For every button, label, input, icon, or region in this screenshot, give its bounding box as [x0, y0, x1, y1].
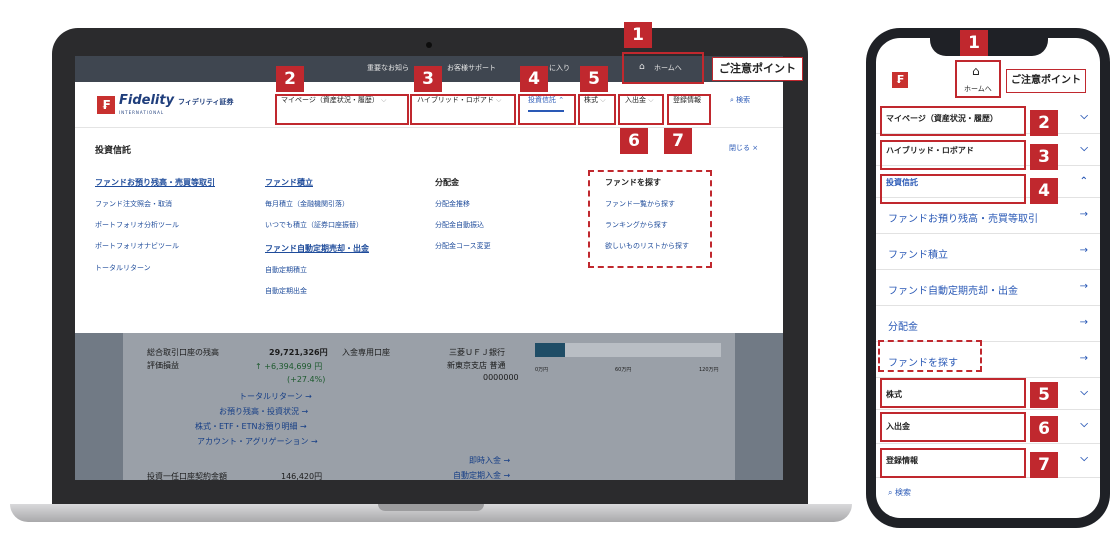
phone-highlight-box-find-funds: [878, 340, 982, 372]
discretionary-value: 146,420円: [281, 472, 323, 480]
holdings-link[interactable]: お預り残高・投資状況 →: [219, 406, 308, 417]
phone-sub-auto-sell[interactable]: ファンド自動定期売却・出金 →: [876, 270, 1100, 306]
scale-max: 120万円: [699, 367, 719, 373]
menu-link[interactable]: 分配金推移: [435, 199, 470, 209]
bank-branch: 新東京支店 普通: [447, 361, 506, 370]
pl-label: 評価損益: [147, 361, 179, 370]
phone-notch: [930, 28, 1048, 56]
menu-link[interactable]: 分配金自動振込: [435, 220, 484, 230]
phone-marker-3: 3: [1030, 144, 1058, 170]
marker-5: 5: [580, 66, 608, 92]
phone-marker-7: 7: [1030, 452, 1058, 478]
distribution-heading: 分配金: [435, 178, 459, 187]
menu-link[interactable]: 毎月積立（金融機関引落）: [265, 199, 349, 209]
stock-holdings-link[interactable]: 株式・ETF・ETNお預り明細 →: [195, 421, 307, 432]
search-icon: ⌕: [888, 488, 893, 497]
fund-accumulation-link[interactable]: ファンド積立: [265, 177, 313, 188]
phone-marker-5: 5: [1030, 382, 1058, 408]
deposit-account-label: 入金専用口座: [342, 348, 390, 357]
phone-marker-4: 4: [1030, 178, 1058, 204]
instant-deposit-link[interactable]: 即時入金 →: [469, 455, 510, 466]
phone-marker-6: 6: [1030, 416, 1058, 442]
phone-highlight-box-5: [880, 378, 1026, 408]
account-summary-panel: 総合取引口座の残高 評価損益 29,721,326円 ↑ +6,394,699 …: [123, 333, 735, 480]
highlight-box-6: [618, 94, 664, 125]
laptop-camera: [426, 42, 432, 48]
menu-link[interactable]: ファンド注文照会・取消: [95, 199, 172, 209]
highlight-box-5: [578, 94, 616, 125]
pl-percent: (+27.4%): [287, 375, 326, 384]
menu-link[interactable]: ポートフォリオナビツール: [95, 241, 179, 251]
phone-marker-1: 1: [960, 30, 988, 56]
aggregation-link[interactable]: アカウント・アグリゲーション →: [197, 436, 318, 447]
support-link[interactable]: お客様サポート: [447, 63, 496, 73]
balance-value: 29,721,326円: [269, 348, 328, 357]
scale-min: 0万円: [535, 367, 549, 373]
phone-highlight-box-6: [880, 412, 1026, 442]
marker-7: 7: [664, 128, 692, 154]
highlight-box-4: [518, 94, 576, 125]
fidelity-logo-icon: ₣: [97, 96, 115, 114]
menu-link[interactable]: 分配金コース変更: [435, 241, 491, 251]
bank-account-number: 0000000: [483, 373, 519, 382]
phone-search-button[interactable]: ⌕ 検索: [888, 487, 911, 498]
highlight-box-7: [667, 94, 711, 125]
brand-name-jp: フィデリティ証券: [178, 98, 234, 106]
brand-sub: INTERNATIONAL: [119, 110, 165, 115]
balance-label: 総合取引口座の残高: [147, 348, 219, 357]
marker-4: 4: [520, 66, 548, 92]
caution-callout: ご注意ポイント: [712, 57, 803, 81]
phone-highlight-box-3: [880, 140, 1026, 170]
auto-deposit-link[interactable]: 自動定期入金 →: [453, 470, 510, 480]
highlight-box-find-funds: [588, 170, 712, 268]
phone-logo-icon: ₣: [892, 72, 908, 88]
phone-sub-accumulation[interactable]: ファンド積立 →: [876, 234, 1100, 270]
phone-highlight-box-4: [880, 174, 1026, 204]
phone-highlight-box-7: [880, 448, 1026, 478]
marker-6: 6: [620, 128, 648, 154]
favorites-link[interactable]: に入り: [549, 63, 570, 73]
search-button[interactable]: ⌕ 検索: [730, 95, 750, 105]
highlight-box-2: [275, 94, 409, 125]
phone-highlight-box-2: [880, 106, 1026, 136]
menu-link[interactable]: 自動定期積立: [265, 265, 307, 275]
auto-sell-link[interactable]: ファンド自動定期売却・出金: [265, 243, 369, 254]
phone-caution-callout: ご注意ポイント: [1006, 69, 1086, 93]
phone-sub-distribution[interactable]: 分配金 →: [876, 306, 1100, 342]
total-return-link[interactable]: トータルリターン →: [239, 391, 312, 402]
mega-menu-close[interactable]: 閉じる ×: [729, 143, 758, 153]
important-notice-link[interactable]: 重要なお知ら: [367, 63, 409, 73]
brand-name: Fidelity: [119, 93, 175, 108]
phone-highlight-box-1: [955, 60, 1001, 98]
discretionary-label: 投資一任口座契約金額: [147, 472, 227, 480]
marker-2: 2: [276, 66, 304, 92]
scale-mid: 60万円: [615, 367, 632, 373]
marker-1: 1: [624, 22, 652, 48]
menu-link[interactable]: いつでも積立（証券口座振替）: [265, 220, 363, 230]
highlight-box-3: [410, 94, 516, 125]
menu-link[interactable]: 自動定期出金: [265, 286, 307, 296]
search-icon: ⌕: [730, 96, 734, 104]
highlight-box-1: [622, 52, 704, 84]
menu-link[interactable]: ポートフォリオ分析ツール: [95, 220, 179, 230]
pl-value: ↑ +6,394,699 円: [255, 362, 323, 371]
fund-holdings-link[interactable]: ファンドお預り残高・売買等取引: [95, 177, 215, 188]
bank-name: 三菱ＵＦＪ銀行: [449, 348, 505, 357]
marker-3: 3: [414, 66, 442, 92]
menu-link[interactable]: トータルリターン: [95, 263, 151, 273]
mega-menu-title: 投資信託: [95, 146, 132, 156]
phone-marker-2: 2: [1030, 110, 1058, 136]
laptop-base-notch: [378, 504, 484, 511]
progress-bar-track: [565, 343, 721, 357]
